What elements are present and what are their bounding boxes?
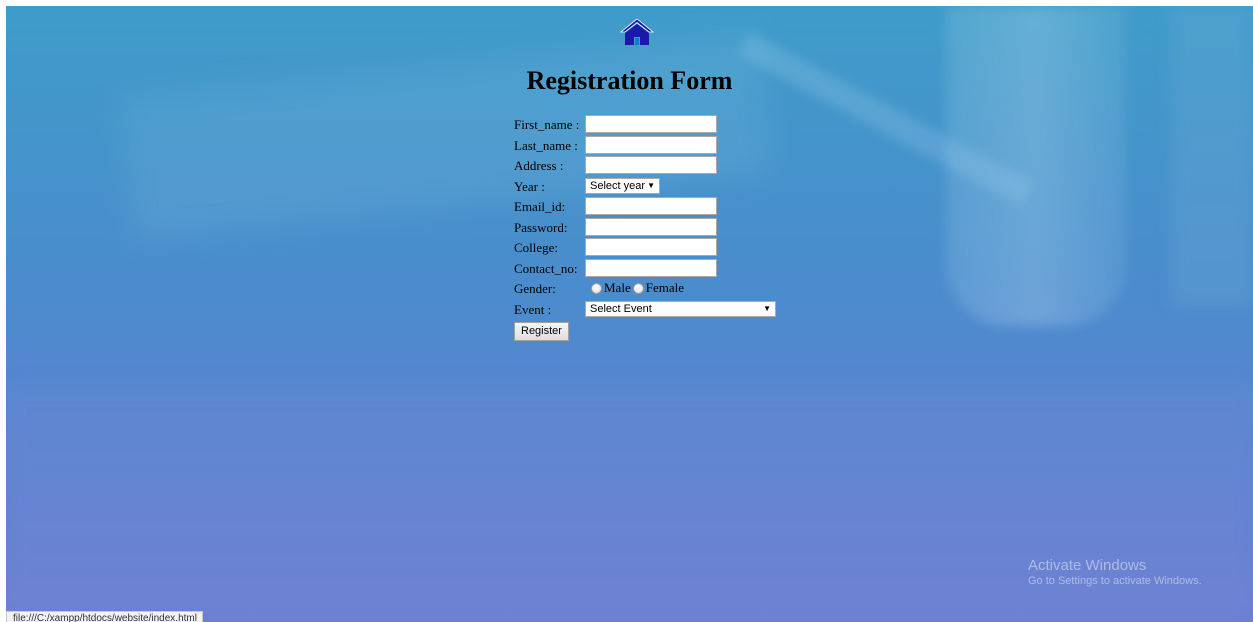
college-input[interactable] <box>585 238 717 256</box>
status-bar-url: file:///C:/xampp/htdocs/website/index.ht… <box>6 611 203 622</box>
register-button[interactable]: Register <box>514 322 569 341</box>
email-input[interactable] <box>585 197 717 215</box>
address-input[interactable] <box>585 156 717 174</box>
dropdown-arrow-icon: ▼ <box>647 180 655 190</box>
year-select[interactable]: Select year ▼ <box>585 177 660 194</box>
form-row-last-name: Last_name : <box>514 135 717 157</box>
form-row-password: Password: <box>514 217 717 239</box>
gender-female-radio[interactable] <box>632 282 644 294</box>
event-select-value: Select Event <box>590 302 652 315</box>
form-row-submit: Register <box>514 320 705 341</box>
year-label: Year : <box>514 178 545 194</box>
gender-options: Male Female <box>591 280 686 296</box>
contact-label: Contact_no: <box>514 260 578 276</box>
password-label: Password: <box>514 219 568 235</box>
form-row-college: College: <box>514 238 717 259</box>
dropdown-arrow-icon: ▼ <box>763 303 771 313</box>
form-row-event: Event : Select Event ▼ <box>514 300 776 321</box>
page-title: Registration Form <box>526 66 733 95</box>
last-name-input[interactable] <box>585 135 717 154</box>
password-input[interactable] <box>585 217 717 236</box>
last-name-label: Last_name : <box>514 137 578 153</box>
background-blur <box>738 32 1034 206</box>
form-row-year: Year : Select year ▼ <box>514 177 705 198</box>
watermark-title: Activate Windows <box>1028 557 1147 574</box>
background-blur <box>1171 6 1253 306</box>
college-label: College: <box>514 240 559 255</box>
first-name-input[interactable] <box>585 115 717 133</box>
form-row-email: Email_id: <box>514 197 717 218</box>
year-select-value: Select year <box>590 179 646 192</box>
form-row-address: Address : <box>514 156 717 177</box>
first-name-label: First_name : <box>514 117 580 132</box>
registration-form: First_name : Last_name : Address : Year … <box>514 115 776 341</box>
gender-label: Gender: <box>514 281 556 296</box>
address-label: Address : <box>514 158 564 173</box>
activate-windows-watermark: Activate Windows Go to Settings to activ… <box>1028 557 1202 587</box>
gender-male-radio[interactable] <box>591 282 602 294</box>
gender-female-label: Female <box>645 280 684 295</box>
home-icon <box>620 18 654 45</box>
contact-input[interactable] <box>585 258 717 277</box>
background-blur <box>946 6 1126 326</box>
watermark-subtitle: Go to Settings to activate Windows. <box>1028 575 1202 587</box>
page: Registration Form First_name : Last_name… <box>6 6 1253 622</box>
form-row-contact: Contact_no: <box>514 258 717 280</box>
email-label: Email_id: <box>514 199 566 214</box>
gender-male-label: Male <box>604 280 631 295</box>
form-row-gender: Gender: Male Female <box>514 279 705 300</box>
form-row-first-name: First_name : <box>514 115 717 136</box>
event-label: Event : <box>514 301 552 317</box>
home-link[interactable] <box>620 18 654 46</box>
event-select[interactable]: Select Event ▼ <box>585 300 776 317</box>
